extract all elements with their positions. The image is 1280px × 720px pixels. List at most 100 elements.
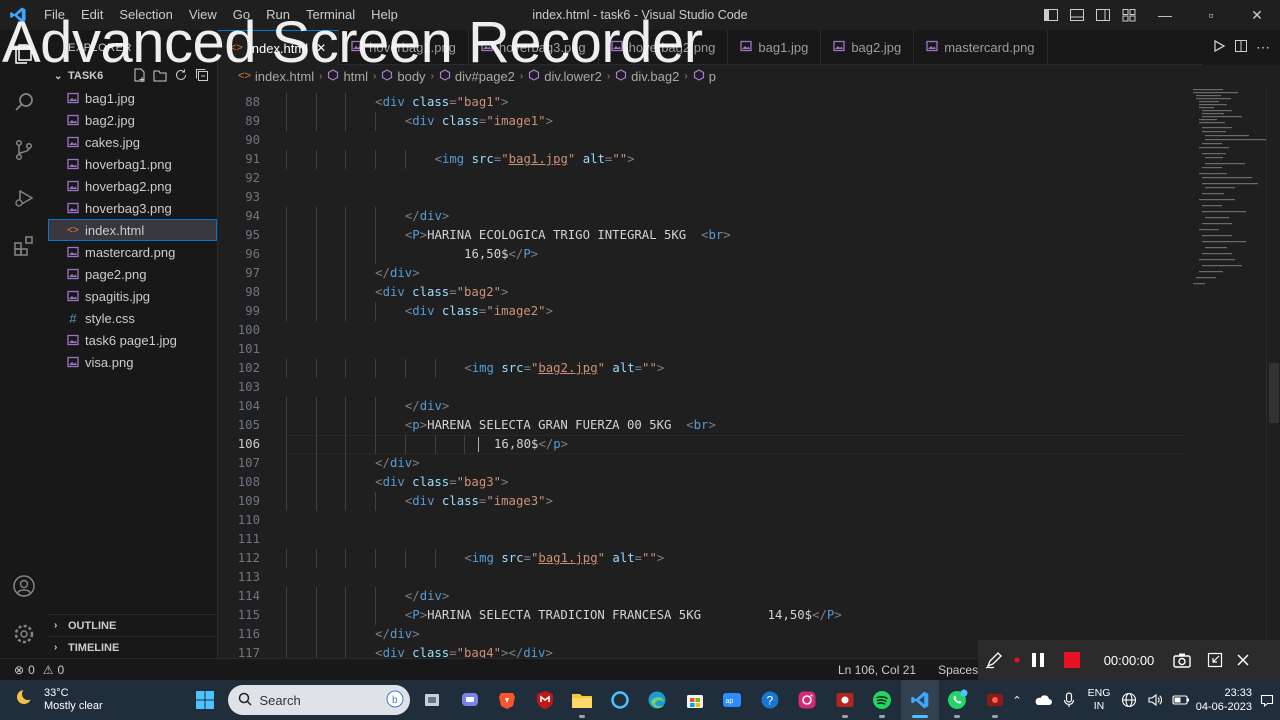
taskbar-search[interactable]: Search b xyxy=(227,685,410,715)
code-line[interactable]: 94 </div> xyxy=(218,207,1190,226)
breadcrumb-item[interactable]: div#page2 xyxy=(439,69,515,84)
extensions-icon[interactable] xyxy=(0,222,48,270)
file-item[interactable]: hoverbag1.png xyxy=(48,153,217,175)
collapse-all-icon[interactable] xyxy=(195,68,209,85)
code-line[interactable]: 108 <div class="bag3"> xyxy=(218,473,1190,492)
accounts-icon[interactable] xyxy=(0,562,48,610)
file-item[interactable]: hoverbag2.png xyxy=(48,175,217,197)
outline-section[interactable]: › OUTLINE xyxy=(48,614,218,636)
volume-icon[interactable] xyxy=(1142,680,1168,720)
file-item[interactable]: visa.png xyxy=(48,351,217,373)
editor-tab[interactable]: bag1.jpg xyxy=(728,30,822,65)
source-control-icon[interactable] xyxy=(0,126,48,174)
screen-recorder-app-icon[interactable] xyxy=(826,680,864,720)
file-item[interactable]: bag2.jpg xyxy=(48,109,217,131)
minimize-recorder-icon[interactable] xyxy=(1198,640,1232,680)
editor-tab[interactable]: mastercard.png xyxy=(914,30,1048,65)
brave-browser-icon[interactable] xyxy=(489,680,527,720)
maximize-button[interactable]: ▫ xyxy=(1188,0,1234,30)
pen-annotate-icon[interactable] xyxy=(978,640,1010,680)
task-view-icon[interactable] xyxy=(414,680,452,720)
file-item[interactable]: task6 page1.jpg xyxy=(48,329,217,351)
run-and-debug-icon[interactable] xyxy=(0,174,48,222)
chevron-up-icon[interactable]: ⌃ xyxy=(1004,680,1030,720)
code-line[interactable]: 112 <img src="bag1.jpg" alt=""> xyxy=(218,549,1190,568)
code-line[interactable]: 107 </div> xyxy=(218,454,1190,473)
breadcrumb-item[interactable]: html xyxy=(327,69,368,84)
file-item[interactable]: hoverbag3.png xyxy=(48,197,217,219)
windows-start-icon[interactable] xyxy=(186,680,224,720)
folder-task6[interactable]: ⌄ TASK6 xyxy=(48,65,217,87)
help-icon[interactable]: ? xyxy=(751,680,789,720)
menu-view[interactable]: View xyxy=(181,0,225,30)
toggle-primary-sidebar-icon[interactable] xyxy=(1038,0,1064,30)
mcafee-icon[interactable] xyxy=(526,680,564,720)
screenshot-camera-icon[interactable] xyxy=(1166,640,1198,680)
code-line[interactable]: 104 </div> xyxy=(218,397,1190,416)
close-recorder-icon[interactable] xyxy=(1232,640,1254,680)
code-line[interactable]: 97 </div> xyxy=(218,264,1190,283)
file-item[interactable]: mastercard.png xyxy=(48,241,217,263)
editor-tab[interactable]: hoverbag3.png xyxy=(469,30,599,65)
file-item[interactable]: cakes.jpg xyxy=(48,131,217,153)
problems-indicator[interactable]: ⊗ 0 ⚠ 0 xyxy=(0,663,64,677)
scrollbar-thumb[interactable] xyxy=(1269,363,1279,423)
breadcrumb-item[interactable]: <> index.html xyxy=(238,69,314,84)
breadcrumb-item[interactable]: div.bag2 xyxy=(615,69,679,84)
menu-run[interactable]: Run xyxy=(258,0,298,30)
menu-help[interactable]: Help xyxy=(363,0,406,30)
pause-button[interactable] xyxy=(1024,640,1052,680)
code-line[interactable]: 111 xyxy=(218,530,1190,549)
close-tab-icon[interactable]: ✕ xyxy=(316,41,326,55)
code-line[interactable]: 99 <div class="image2"> xyxy=(218,302,1190,321)
microsoft-store-icon[interactable] xyxy=(676,680,714,720)
file-item[interactable]: spagitis.jpg xyxy=(48,285,217,307)
search-icon[interactable] xyxy=(0,78,48,126)
editor-tab[interactable]: <> index.html ✕ xyxy=(218,30,340,65)
onedrive-cloud-icon[interactable] xyxy=(1030,680,1056,720)
instagram-icon[interactable] xyxy=(789,680,827,720)
code-line[interactable]: 109 <div class="image3"> xyxy=(218,492,1190,511)
edge-browser-icon[interactable] xyxy=(639,680,677,720)
code-line[interactable]: 88 <div class="bag1"> xyxy=(218,93,1190,112)
teams-chat-icon[interactable] xyxy=(451,680,489,720)
code-line[interactable]: 110 xyxy=(218,511,1190,530)
whatsapp-icon[interactable] xyxy=(939,680,977,720)
editor-tab[interactable]: hoverbag1.png xyxy=(339,30,469,65)
file-item[interactable]: bag1.jpg xyxy=(48,87,217,109)
code-line[interactable]: 89 <div class="image1"> xyxy=(218,112,1190,131)
spotify-icon[interactable] xyxy=(864,680,902,720)
customize-layout-icon[interactable] xyxy=(1116,0,1142,30)
code-line[interactable]: 114 </div> xyxy=(218,587,1190,606)
network-globe-icon[interactable] xyxy=(1116,680,1142,720)
breadcrumb-item[interactable]: p xyxy=(693,69,716,84)
explorer-icon[interactable] xyxy=(0,30,48,78)
vertical-scrollbar[interactable] xyxy=(1266,87,1280,658)
code-line[interactable]: 105 <p>HARENA SELECTA GRAN FUERZA 00 5KG … xyxy=(218,416,1190,435)
code-line[interactable]: 93 xyxy=(218,188,1190,207)
app-launcher-icon[interactable]: ap xyxy=(714,680,752,720)
code-line[interactable]: 91 <img src="bag1.jpg" alt=""> xyxy=(218,150,1190,169)
clock[interactable]: 23:33 04-06-2023 xyxy=(1194,686,1252,714)
code-line[interactable]: 100 xyxy=(218,321,1190,340)
code-line[interactable]: 96 16,50$</P> xyxy=(218,245,1190,264)
code-line[interactable]: 90 xyxy=(218,131,1190,150)
cursor-position[interactable]: Ln 106, Col 21 xyxy=(838,663,916,677)
code-line[interactable]: 115 <P>HARINA SELECTA TRADICION FRANCESA … xyxy=(218,606,1190,625)
refresh-icon[interactable] xyxy=(174,68,188,85)
code-line[interactable]: 113 xyxy=(218,568,1190,587)
code-line[interactable]: 106 16,80$</p> xyxy=(218,435,1190,454)
new-file-icon[interactable] xyxy=(132,68,146,85)
file-item[interactable]: page2.png xyxy=(48,263,217,285)
menu-go[interactable]: Go xyxy=(225,0,258,30)
microphone-icon[interactable] xyxy=(1056,680,1082,720)
breadcrumb-item[interactable]: div.lower2 xyxy=(528,69,602,84)
vscode-taskbar-icon[interactable] xyxy=(901,680,939,720)
code-line[interactable]: 103 xyxy=(218,378,1190,397)
code-editor[interactable]: 88 <div class="bag1"> 89 <div class="image1… xyxy=(218,87,1190,658)
toggle-panel-icon[interactable] xyxy=(1064,0,1090,30)
editor-tab[interactable]: bag2.jpg xyxy=(821,30,915,65)
code-line[interactable]: 95 <P>HARINA ECOLOGICA TRIGO INTEGRAL 5KG… xyxy=(218,226,1190,245)
file-item[interactable]: <> index.html xyxy=(48,219,217,241)
minimize-button[interactable]: — xyxy=(1142,0,1188,30)
